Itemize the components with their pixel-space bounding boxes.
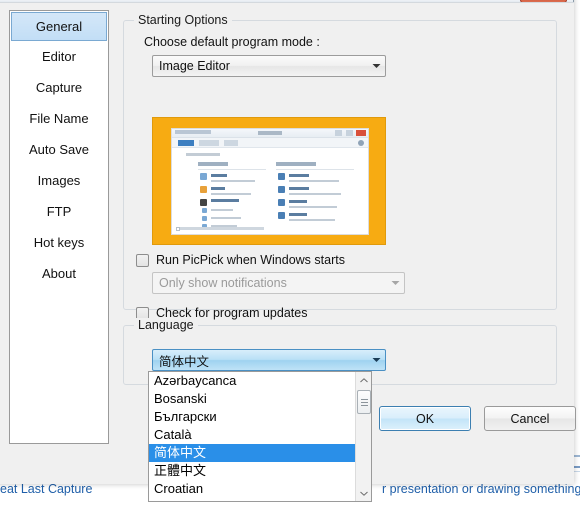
preview-row-sub	[211, 209, 233, 211]
background-link-presentation[interactable]: r presentation or drawing something	[382, 482, 580, 496]
default-program-mode-combobox[interactable]: Image Editor	[152, 55, 386, 77]
preview-row-icon	[278, 173, 285, 180]
scroll-down-icon[interactable]	[356, 485, 371, 501]
preview-title-label	[175, 130, 211, 134]
preview-row-icon	[200, 173, 207, 180]
sidebar-item-general[interactable]: General	[11, 12, 107, 41]
preview-row-icon	[202, 216, 207, 221]
preview-maximize-icon	[346, 130, 353, 136]
language-option-czech[interactable]: Czech	[149, 498, 371, 501]
language-option-catala[interactable]: Català	[149, 426, 371, 444]
sidebar-item-ftp[interactable]: FTP	[10, 196, 108, 227]
preview-gear-icon	[358, 140, 364, 146]
preview-titlebar	[172, 129, 368, 138]
preview-ribbon	[172, 138, 368, 148]
program-mode-preview-image	[152, 117, 386, 245]
sidebar-item-hot-keys[interactable]: Hot keys	[10, 227, 108, 258]
scroll-up-icon[interactable]	[356, 372, 371, 388]
preview-row-sub	[289, 219, 335, 221]
preview-tab-view	[224, 140, 238, 146]
preview-row-title	[289, 187, 309, 190]
language-option-bosanski[interactable]: Bosanski	[149, 390, 371, 408]
default-program-mode-value: Image Editor	[159, 59, 230, 73]
options-category-list[interactable]: General Editor Capture File Name Auto Sa…	[9, 10, 109, 444]
language-option-traditional-chinese[interactable]: 正體中文	[149, 462, 371, 480]
grip-icon	[360, 398, 368, 407]
preview-col1-rule	[198, 169, 266, 170]
sidebar-item-auto-save[interactable]: Auto Save	[10, 134, 108, 165]
preview-row-title	[211, 174, 227, 177]
run-on-windows-start-checkbox[interactable]	[136, 253, 149, 267]
preview-row-title	[289, 174, 309, 177]
language-dropdown-scrollbar[interactable]	[355, 372, 371, 501]
preview-row-sub	[289, 193, 341, 195]
starting-options-group: Starting Options Choose default program …	[123, 13, 557, 320]
chevron-down-icon	[386, 280, 404, 286]
sidebar-item-file-name[interactable]: File Name	[10, 103, 108, 134]
language-option-bulgarski[interactable]: Български	[149, 408, 371, 426]
preview-row-sub	[289, 206, 337, 208]
preview-minimize-icon	[335, 130, 342, 136]
preview-col2-header	[276, 162, 316, 166]
sidebar-item-images[interactable]: Images	[10, 165, 108, 196]
chevron-down-icon	[367, 357, 385, 363]
preview-row-title	[211, 199, 239, 202]
sidebar-item-capture[interactable]: Capture	[10, 72, 108, 103]
preview-row-title	[211, 187, 225, 190]
preview-col2-rule	[276, 169, 354, 170]
notification-mode-combobox[interactable]: Only show notifications	[152, 272, 405, 294]
sidebar-item-editor[interactable]: Editor	[10, 41, 108, 72]
language-option-croatian[interactable]: Croatian	[149, 480, 371, 498]
ok-button[interactable]: OK	[379, 406, 471, 431]
preview-row-sub	[211, 217, 241, 219]
language-combobox[interactable]: 简体中文	[152, 349, 386, 371]
preview-row-icon	[200, 199, 207, 206]
preview-tab-home	[199, 140, 219, 146]
notification-mode-value: Only show notifications	[159, 276, 287, 290]
preview-row-sub	[289, 180, 339, 182]
cancel-button[interactable]: Cancel	[484, 406, 576, 431]
preview-row-icon	[278, 186, 285, 193]
ok-button-label: OK	[415, 411, 435, 426]
preview-footer-text	[180, 227, 264, 230]
scrollbar-thumb[interactable]	[357, 390, 371, 414]
default-mode-label: Choose default program mode :	[144, 35, 320, 49]
preview-title-center	[258, 131, 282, 135]
preview-tab-file	[178, 140, 194, 146]
cancel-button-label: Cancel	[510, 411, 550, 426]
preview-close-icon	[356, 130, 366, 136]
language-option-azerbaycanca[interactable]: Azərbaycanca	[149, 372, 371, 390]
preview-row-sub	[211, 193, 251, 195]
preview-row-title	[289, 200, 307, 203]
background-link-repeat-last-capture[interactable]: eat Last Capture	[0, 482, 92, 496]
language-dropdown-list[interactable]: Azərbaycanca Bosanski Български Català 简…	[148, 371, 372, 502]
preview-row-icon	[202, 208, 207, 213]
preview-row-sub	[211, 180, 255, 182]
preview-hint-text	[186, 153, 220, 156]
language-option-simplified-chinese[interactable]: 简体中文	[149, 444, 371, 462]
run-on-windows-start-row[interactable]: Run PicPick when Windows starts	[136, 253, 345, 267]
preview-row-icon	[278, 199, 285, 206]
preview-screenshot	[171, 128, 369, 235]
preview-row-icon	[278, 212, 285, 219]
chevron-down-icon	[367, 63, 385, 69]
preview-col1-header	[198, 162, 228, 166]
starting-options-group-title: Starting Options	[134, 13, 232, 27]
preview-row-title	[289, 213, 307, 216]
run-on-windows-start-label: Run PicPick when Windows starts	[156, 253, 345, 267]
language-group-title: Language	[134, 318, 198, 332]
preview-row-icon	[200, 186, 207, 193]
sidebar-item-about[interactable]: About	[10, 258, 108, 289]
language-selected-value: 简体中文	[159, 354, 210, 369]
